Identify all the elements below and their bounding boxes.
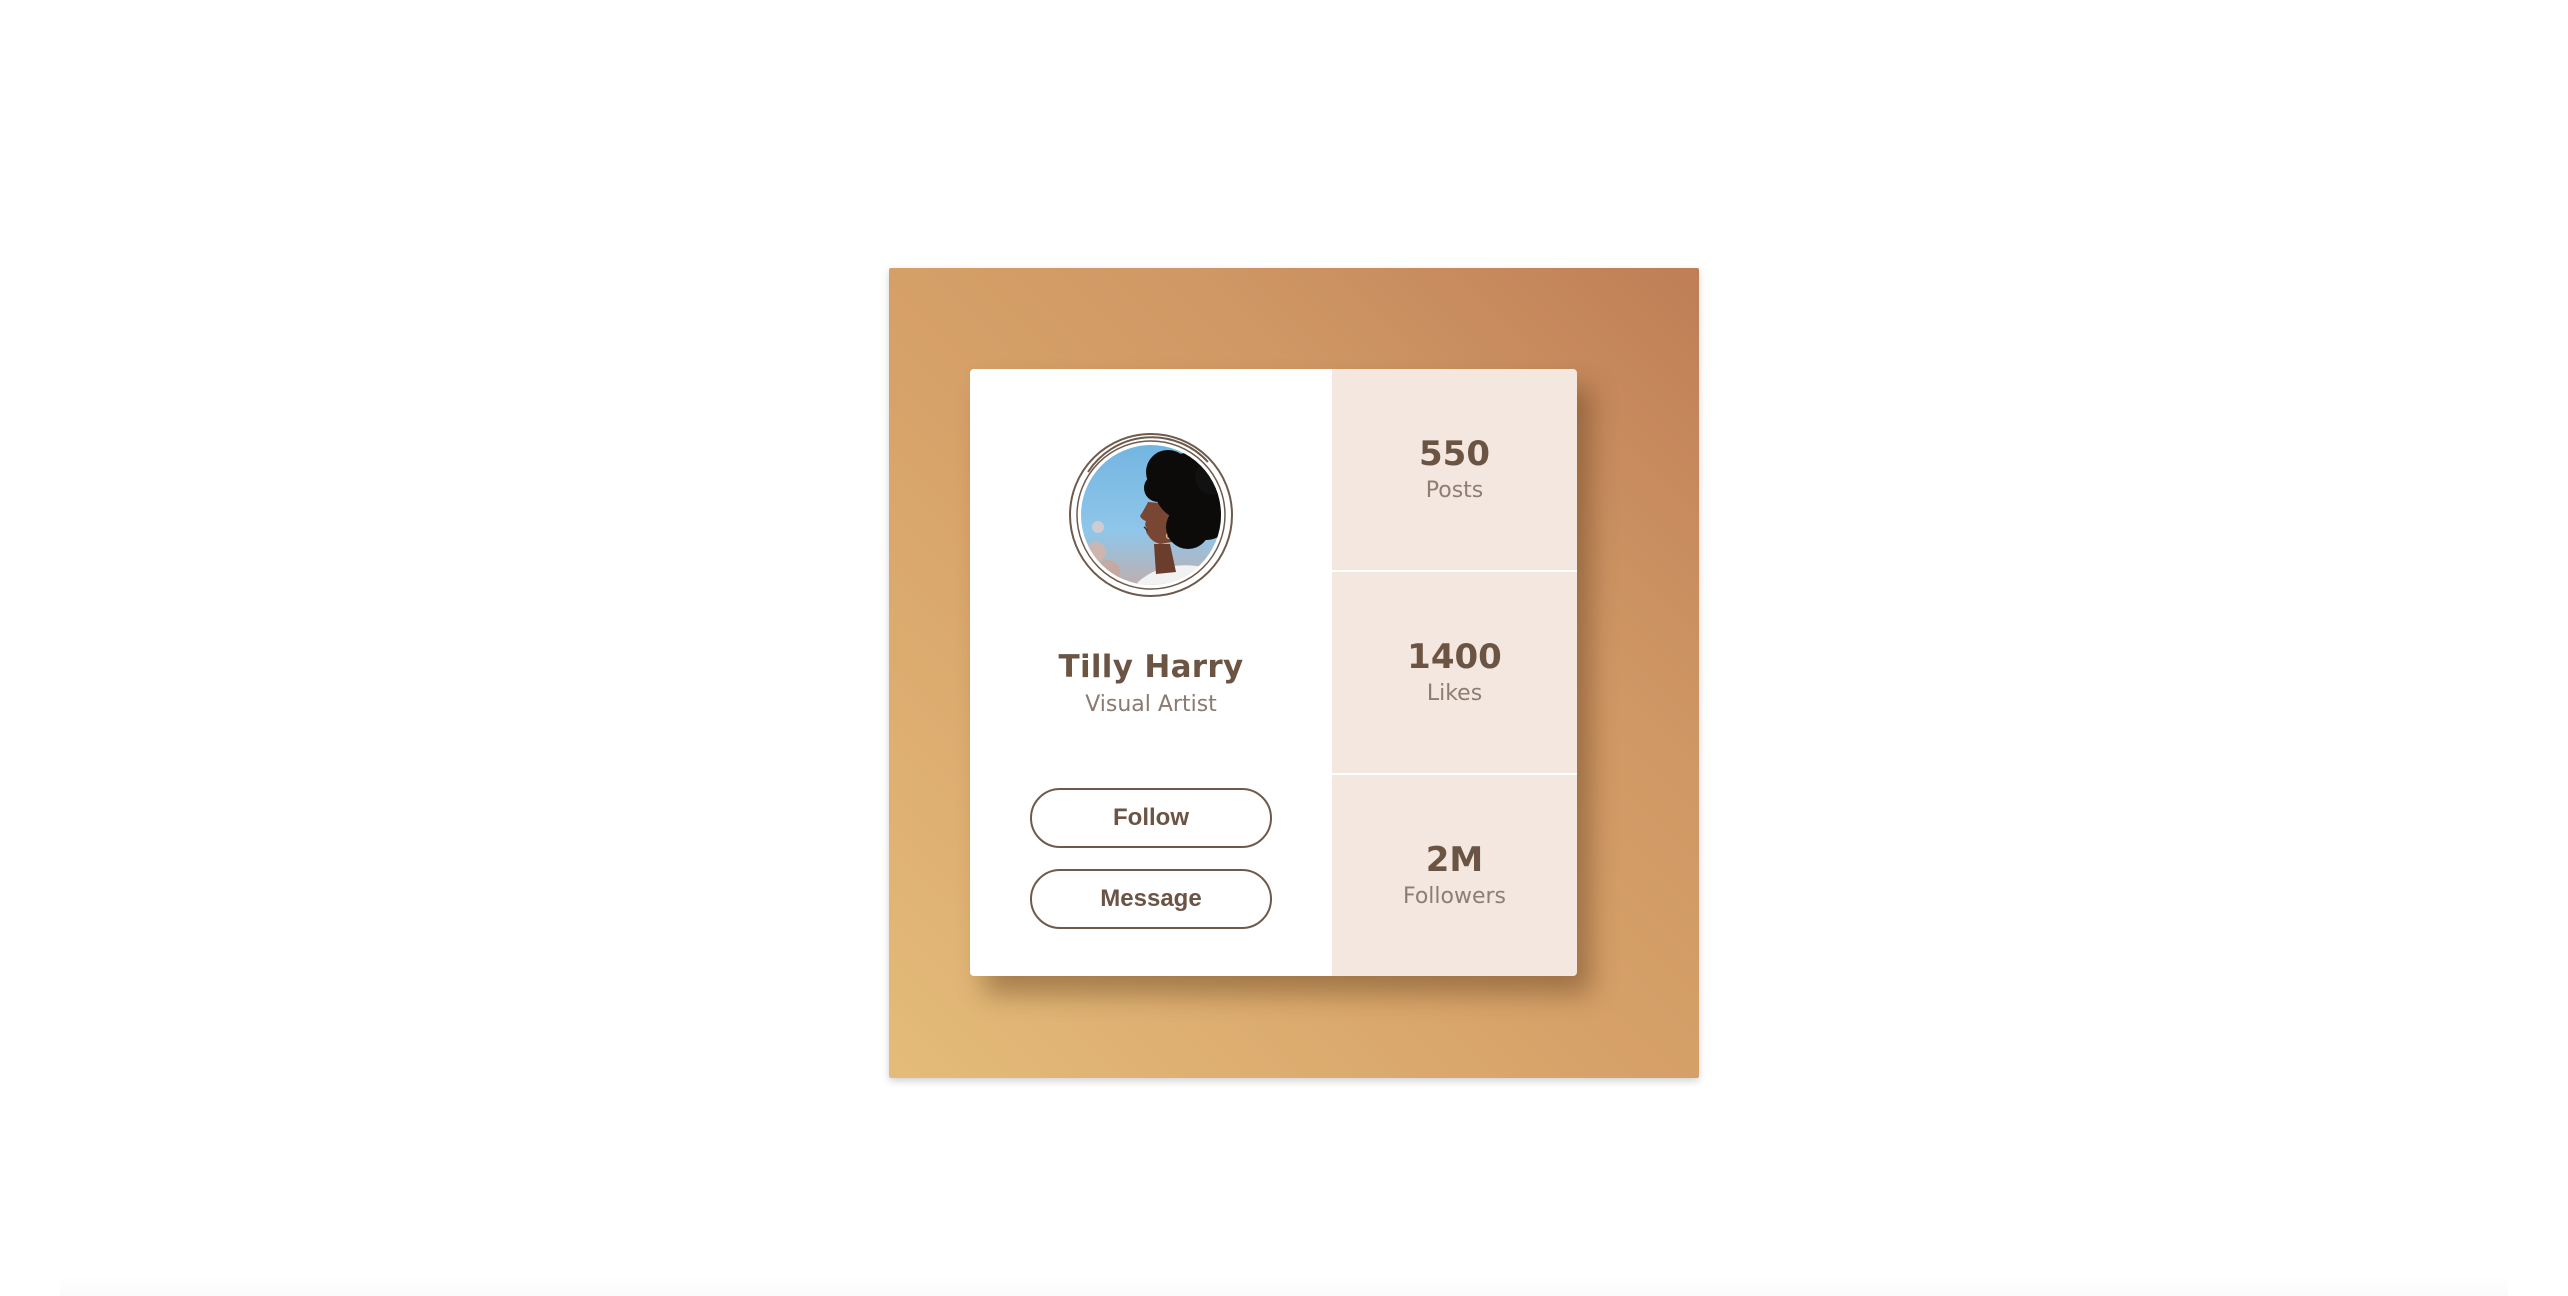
avatar-image <box>1069 433 1233 597</box>
stat-likes: 1400 Likes <box>1332 572 1577 775</box>
profile-role: Visual Artist <box>1085 692 1217 717</box>
avatar[interactable] <box>1068 432 1234 598</box>
message-button[interactable]: Message <box>1030 869 1272 929</box>
stat-label: Likes <box>1426 680 1483 706</box>
stat-posts: 550 Posts <box>1332 369 1577 572</box>
stat-value: 2M <box>1425 840 1484 881</box>
follow-button[interactable]: Follow <box>1030 788 1272 848</box>
page-background: Tilly Harry Visual Artist Follow Message… <box>0 0 2568 1296</box>
profile-card: Tilly Harry Visual Artist Follow Message… <box>970 369 1577 976</box>
profile-info-panel: Tilly Harry Visual Artist Follow Message <box>970 369 1332 976</box>
profile-name: Tilly Harry <box>1058 649 1244 685</box>
stats-panel: 550 Posts 1400 Likes 2M Followers <box>1332 369 1577 976</box>
stat-value: 1400 <box>1407 637 1502 678</box>
bottom-shadow-band <box>60 1274 2508 1296</box>
stat-label: Posts <box>1425 477 1484 503</box>
stat-followers: 2M Followers <box>1332 775 1577 976</box>
profile-frame: Tilly Harry Visual Artist Follow Message… <box>889 268 1699 1078</box>
stat-label: Followers <box>1402 883 1507 909</box>
stat-value: 550 <box>1419 434 1490 475</box>
